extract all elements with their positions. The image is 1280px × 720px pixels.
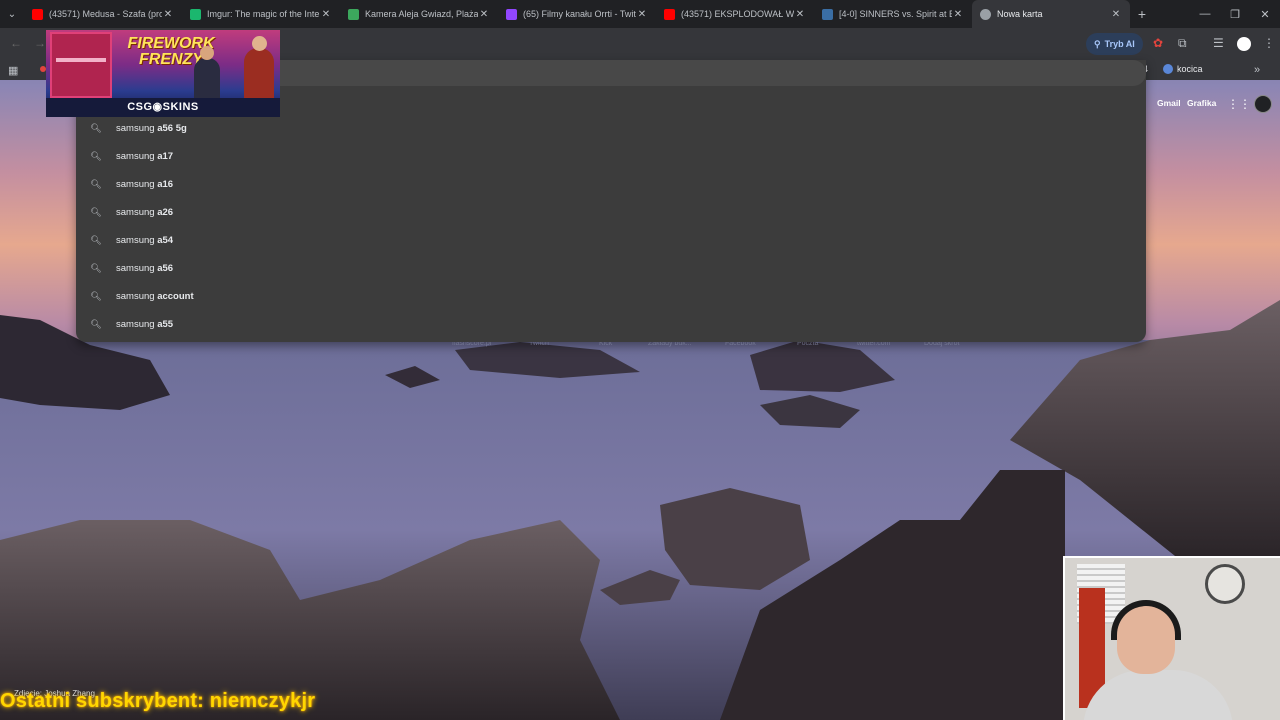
- close-icon[interactable]: ✕: [162, 9, 174, 20]
- tab-2[interactable]: Kamera Aleja Gwiazd, Plaża, M ✕: [340, 0, 498, 28]
- tab-search-icon[interactable]: ⌄: [0, 0, 24, 28]
- screen: ⌄ (43571) Medusa - Szafa (prod. W ✕ Imgu…: [0, 0, 1280, 720]
- suggestion-suffix: a54: [157, 234, 174, 246]
- wall-clock-graphic: [1205, 564, 1245, 604]
- ad-brand: CSG◉SKINS: [46, 98, 280, 117]
- suggestion-suffix: a55: [157, 318, 174, 330]
- suggestion-item[interactable]: 🔍︎ samsung a17: [76, 142, 1146, 170]
- stream-ad-overlay: FIREWORK FRENZY CSG◉SKINS: [46, 30, 280, 117]
- suggestion-item[interactable]: 🔍︎ samsung account: [76, 282, 1146, 310]
- search-icon: 🔍︎: [90, 290, 102, 301]
- imgur-favicon-icon: [190, 8, 201, 20]
- tab-title: (43571) Medusa - Szafa (prod. W: [49, 9, 162, 19]
- chrome-favicon-icon: [980, 8, 991, 20]
- gmail-link[interactable]: Gmail: [1157, 98, 1181, 108]
- suggestion-suffix: a26: [157, 206, 174, 218]
- tab-3[interactable]: (65) Filmy kanału Orrti - Twitch ✕: [498, 0, 656, 28]
- suggestion-suffix: a56 5g: [157, 122, 187, 134]
- profile-avatar-icon[interactable]: [1237, 37, 1251, 51]
- grafika-link[interactable]: Grafika: [1187, 98, 1216, 108]
- tab-0[interactable]: (43571) Medusa - Szafa (prod. W ✕: [24, 0, 182, 28]
- bookmark-label: kocica: [1177, 64, 1203, 74]
- close-icon[interactable]: ✕: [478, 9, 490, 20]
- more-bookmarks-icon[interactable]: »: [1254, 64, 1260, 76]
- tab-5[interactable]: [4-0] SINNERS vs. Spirit at BLA ✕: [814, 0, 972, 28]
- apps-grid-icon[interactable]: ▦: [8, 64, 18, 77]
- suggestion-prefix: samsung: [116, 262, 155, 274]
- subscriber-ticker: Ostatni subskrybent: niemczykjr: [0, 690, 316, 712]
- twitch-favicon-icon: [506, 8, 517, 20]
- webcam-overlay: [1063, 556, 1280, 720]
- tab-title: (65) Filmy kanału Orrti - Twitch: [523, 9, 636, 19]
- suggestion-prefix: samsung: [116, 206, 155, 218]
- character-graphic: [244, 36, 274, 104]
- suggestion-suffix: a56: [157, 262, 174, 274]
- back-icon[interactable]: ←: [10, 36, 22, 50]
- search-icon: 🔍︎: [90, 318, 102, 329]
- close-icon[interactable]: ✕: [952, 9, 964, 20]
- close-window-icon[interactable]: ✕: [1250, 0, 1280, 28]
- tab-4[interactable]: (43571) EKSPLODOWAŁ WSZY ✕: [656, 0, 814, 28]
- media-controls-icon[interactable]: ☰: [1213, 36, 1224, 50]
- bookmark-kocica[interactable]: kocica: [1163, 64, 1203, 74]
- youtube-favicon-icon: [32, 8, 43, 20]
- search-spark-icon: ⚲: [1094, 38, 1101, 49]
- restore-icon[interactable]: ❐: [1220, 0, 1250, 28]
- suggestion-item[interactable]: 🔍︎ samsung a56 5g: [76, 114, 1146, 142]
- close-icon[interactable]: ✕: [1110, 9, 1122, 20]
- search-icon: 🔍︎: [90, 206, 102, 217]
- google-account-avatar[interactable]: [1254, 95, 1272, 113]
- tab-6-active[interactable]: Nowa karta ✕: [972, 0, 1130, 28]
- menu-dots-icon[interactable]: ⋮: [1263, 36, 1275, 50]
- youtube-favicon-icon: [664, 8, 675, 20]
- minimize-icon[interactable]: —: [1190, 0, 1220, 28]
- search-icon: 🔍︎: [90, 122, 102, 133]
- close-icon[interactable]: ✕: [320, 9, 332, 20]
- suggestion-item[interactable]: 🔍︎ samsung a54: [76, 226, 1146, 254]
- tab-title: Nowa karta: [997, 9, 1043, 19]
- hltv-favicon-icon: [822, 8, 833, 20]
- camera-favicon-icon: [348, 8, 359, 20]
- search-icon: 🔍︎: [90, 178, 102, 189]
- gift-crate-graphic: [50, 32, 112, 98]
- tab-strip: ⌄ (43571) Medusa - Szafa (prod. W ✕ Imgu…: [0, 0, 1280, 28]
- suggestion-prefix: samsung: [116, 122, 155, 134]
- new-tab-icon[interactable]: +: [1130, 0, 1154, 28]
- forward-icon[interactable]: →: [34, 36, 46, 50]
- suggestion-item[interactable]: 🔍︎ samsung a55: [76, 310, 1146, 338]
- extension-icon[interactable]: ✿: [1153, 36, 1163, 50]
- suggestion-item[interactable]: 🔍︎ samsung a56: [76, 254, 1146, 282]
- ai-mode-button[interactable]: ⚲ Tryb AI: [1086, 33, 1143, 55]
- suggestion-prefix: samsung: [116, 150, 155, 162]
- close-icon[interactable]: ✕: [794, 9, 806, 20]
- tab-1[interactable]: Imgur: The magic of the Interne ✕: [182, 0, 340, 28]
- bookmark-favicon-icon: [1163, 64, 1173, 74]
- suggestion-suffix: a17: [157, 150, 174, 162]
- ai-mode-label: Tryb AI: [1104, 39, 1135, 49]
- suggestion-suffix: a16: [157, 178, 174, 190]
- suggestion-prefix: samsung: [116, 290, 155, 302]
- suggestion-prefix: samsung: [116, 178, 155, 190]
- suggestion-suffix: account: [157, 290, 194, 302]
- close-icon[interactable]: ✕: [636, 9, 648, 20]
- tab-title: (43571) EKSPLODOWAŁ WSZY: [681, 9, 794, 19]
- tab-title: Kamera Aleja Gwiazd, Plaża, M: [365, 9, 478, 19]
- search-icon: 🔍︎: [90, 150, 102, 161]
- puzzle-extensions-icon[interactable]: ⧉: [1178, 36, 1187, 51]
- search-icon: 🔍︎: [90, 262, 102, 273]
- suggestion-prefix: samsung: [116, 234, 155, 246]
- suggestion-prefix: samsung: [116, 318, 155, 330]
- suggestion-item[interactable]: 🔍︎ samsung a16: [76, 170, 1146, 198]
- streamer-body-graphic: [1083, 670, 1233, 720]
- tab-title: [4-0] SINNERS vs. Spirit at BLA: [839, 9, 952, 19]
- tab-title: Imgur: The magic of the Interne: [207, 9, 320, 19]
- search-icon: 🔍︎: [90, 234, 102, 245]
- suggestion-item[interactable]: 🔍︎ samsung a26: [76, 198, 1146, 226]
